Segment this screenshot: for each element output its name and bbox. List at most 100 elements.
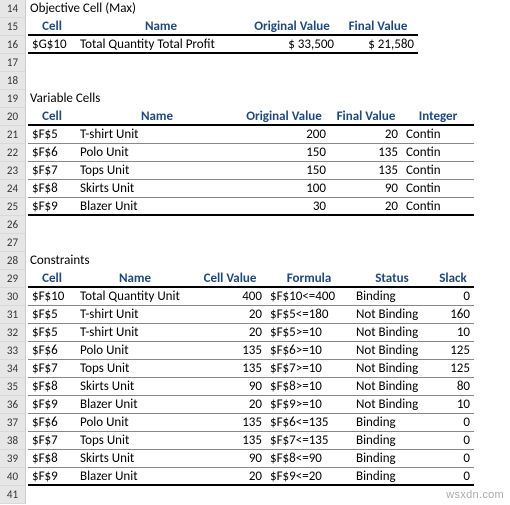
blank-row <box>28 486 510 504</box>
cell-ref: $F$9 <box>28 468 76 486</box>
table-row[interactable]: $F$6Polo Unit135$F$6>=10Not Binding125 <box>28 342 510 360</box>
cell-val: 135 <box>194 432 266 450</box>
cell-formula: $F$5<=180 <box>266 306 352 324</box>
cell-ref: $F$8 <box>28 450 76 468</box>
cell-ref: $F$5 <box>28 306 76 324</box>
row-header[interactable]: 34 <box>0 360 25 378</box>
table-row[interactable]: $F$6Polo Unit150135Contin <box>28 144 510 162</box>
cell-int: Contin <box>402 126 474 144</box>
cell-name: Total Quantity Unit <box>76 288 194 306</box>
cell-orig: 200 <box>238 126 330 144</box>
table-row[interactable]: $F$7Tops Unit135$F$7<=135Binding0 <box>28 432 510 450</box>
row-header[interactable]: 40 <box>0 468 25 486</box>
row-header[interactable]: 29 <box>0 270 25 288</box>
cell-formula: $F$9<=20 <box>266 468 352 486</box>
col-cell: Cell <box>28 270 76 288</box>
row-header[interactable]: 30 <box>0 288 25 306</box>
cell-slack: 0 <box>432 432 474 450</box>
cell-slack: 125 <box>432 360 474 378</box>
row-header[interactable]: 14 <box>0 0 25 18</box>
cell-status: Binding <box>352 450 432 468</box>
cell-ref: $F$7 <box>28 432 76 450</box>
row-header[interactable]: 33 <box>0 342 25 360</box>
cell-status: Not Binding <box>352 360 432 378</box>
cell-name: Polo Unit <box>76 414 194 432</box>
table-row[interactable]: $F$8Skirts Unit10090Contin <box>28 180 510 198</box>
cells-area[interactable]: Objective Cell (Max) Cell Name Original … <box>26 0 510 504</box>
row-headers: 1415161718192021222324252627282930313233… <box>0 0 26 504</box>
table-row[interactable]: $F$9Blazer Unit3020Contin <box>28 198 510 216</box>
row-header[interactable]: 16 <box>0 36 25 54</box>
col-val: Cell Value <box>194 270 266 288</box>
col-orig: Original Value <box>238 108 330 126</box>
cell-name: Tops Unit <box>76 162 238 180</box>
cell-ref: $F$6 <box>28 414 76 432</box>
cell-ref: $F$5 <box>28 324 76 342</box>
col-final: Final Value <box>338 18 418 36</box>
row-header[interactable]: 37 <box>0 414 25 432</box>
cell-formula: $F$5>=10 <box>266 324 352 342</box>
cell-final: 90 <box>330 180 402 198</box>
blank-row <box>28 72 510 90</box>
table-row[interactable]: $F$9Blazer Unit20$F$9>=10Not Binding10 <box>28 396 510 414</box>
row-header[interactable]: 26 <box>0 216 25 234</box>
table-row[interactable]: $F$8Skirts Unit90$F$8<=90Binding0 <box>28 450 510 468</box>
cell-formula: $F$7<=135 <box>266 432 352 450</box>
cell-int: Contin <box>402 144 474 162</box>
cell-name: Tops Unit <box>76 360 194 378</box>
table-row[interactable]: $F$6Polo Unit135$F$6<=135Binding0 <box>28 414 510 432</box>
row-header[interactable]: 28 <box>0 252 25 270</box>
row-header[interactable]: 41 <box>0 486 25 504</box>
row-header[interactable]: 35 <box>0 378 25 396</box>
cell-formula: $F$10<=400 <box>266 288 352 306</box>
table-row[interactable]: $F$9Blazer Unit20$F$9<=20Binding0 <box>28 468 510 486</box>
row-header[interactable]: 21 <box>0 126 25 144</box>
col-cell: Cell <box>28 18 76 36</box>
table-row[interactable]: $F$5T-shirt Unit20020Contin <box>28 126 510 144</box>
row-header[interactable]: 17 <box>0 54 25 72</box>
table-row[interactable]: $F$8Skirts Unit90$F$8>=10Not Binding80 <box>28 378 510 396</box>
table-header-row: Cell Name Original Value Final Value <box>28 18 510 36</box>
row-header[interactable]: 36 <box>0 396 25 414</box>
cell-name: Polo Unit <box>76 342 194 360</box>
cell-val: 20 <box>194 396 266 414</box>
row-header[interactable]: 20 <box>0 108 25 126</box>
table-header-row: Cell Name Original Value Final Value Int… <box>28 108 510 126</box>
cell-ref: $F$9 <box>28 396 76 414</box>
cell-orig: 150 <box>238 144 330 162</box>
row-header[interactable]: 25 <box>0 198 25 216</box>
cell-slack: 0 <box>432 414 474 432</box>
cell-status: Not Binding <box>352 324 432 342</box>
table-row[interactable]: $F$7Tops Unit150135Contin <box>28 162 510 180</box>
cell-final: 135 <box>330 144 402 162</box>
row-header[interactable]: 32 <box>0 324 25 342</box>
table-row[interactable]: $F$7Tops Unit135$F$7>=10Not Binding125 <box>28 360 510 378</box>
cell-formula: $F$8<=90 <box>266 450 352 468</box>
cell-ref: $F$6 <box>28 342 76 360</box>
row-header[interactable]: 19 <box>0 90 25 108</box>
table-row[interactable]: $F$5T-shirt Unit20$F$5>=10Not Binding10 <box>28 324 510 342</box>
cell-name: T-shirt Unit <box>76 306 194 324</box>
row-header[interactable]: 23 <box>0 162 25 180</box>
row-header[interactable]: 39 <box>0 450 25 468</box>
col-int: Integer <box>402 108 474 126</box>
cell-ref: $G$10 <box>28 36 76 54</box>
cell-val: 20 <box>194 324 266 342</box>
row-header[interactable]: 24 <box>0 180 25 198</box>
row-header[interactable]: 15 <box>0 18 25 36</box>
row-header[interactable]: 18 <box>0 72 25 90</box>
row-header[interactable]: 27 <box>0 234 25 252</box>
cell-val: 90 <box>194 378 266 396</box>
table-row[interactable]: $F$5T-shirt Unit20$F$5<=180Not Binding16… <box>28 306 510 324</box>
table-row[interactable]: $G$10 Total Quantity Total Profit $ 33,5… <box>28 36 510 54</box>
row-header[interactable]: 31 <box>0 306 25 324</box>
row-header[interactable]: 38 <box>0 432 25 450</box>
cell-ref: $F$8 <box>28 378 76 396</box>
cell-orig: $ 33,500 <box>246 36 338 54</box>
cell-status: Binding <box>352 468 432 486</box>
cell-ref: $F$5 <box>28 126 76 144</box>
row-header[interactable]: 22 <box>0 144 25 162</box>
table-row[interactable]: $F$10Total Quantity Unit400$F$10<=400Bin… <box>28 288 510 306</box>
cell-name: Total Quantity Total Profit <box>76 36 246 54</box>
section-title-variables: Variable Cells <box>28 90 510 108</box>
